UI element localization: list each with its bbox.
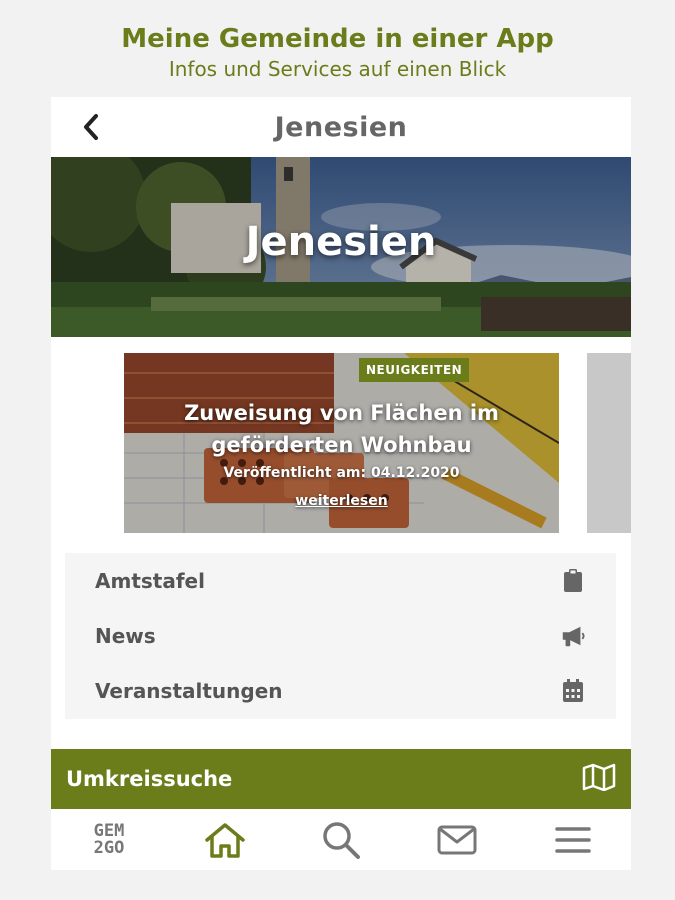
hero-title: Jenesien [245, 219, 437, 265]
nav-search-button[interactable] [311, 815, 371, 865]
page-title: Jenesien [274, 111, 408, 143]
mail-icon [437, 825, 477, 854]
calendar-icon [560, 678, 586, 704]
read-more-link[interactable]: weiterlesen [124, 493, 559, 509]
search-icon [323, 821, 360, 859]
nav-mail-button[interactable] [427, 815, 487, 865]
back-button[interactable] [73, 109, 109, 145]
map-icon [582, 763, 616, 795]
clipboard-icon [560, 568, 586, 594]
news-badge: NEUIGKEITEN [359, 358, 470, 382]
quick-menu: Amtstafel News Veranstaltungen [65, 553, 616, 719]
menu-item-label: News [95, 623, 156, 648]
promo-subtitle: Infos und Services auf einen Blick [168, 57, 507, 81]
nav-menu-button[interactable] [543, 815, 603, 865]
news-card[interactable]: NEUIGKEITEN Zuweisung von Flächen im gef… [124, 353, 559, 533]
radius-search-label: Umkreissuche [66, 767, 233, 791]
news-carousel[interactable]: NEUIGKEITEN Zuweisung von Flächen im gef… [51, 337, 631, 537]
menu-item-label: Veranstaltungen [95, 678, 283, 703]
bottom-navigation: GEM 2GO [51, 809, 631, 870]
menu-icon [555, 826, 591, 853]
radius-search-button[interactable]: Umkreissuche [51, 749, 631, 809]
nav-home-button[interactable] [195, 815, 255, 865]
hero-banner: Jenesien [51, 157, 631, 337]
top-bar: Jenesien [51, 97, 631, 157]
promo-header: Meine Gemeinde in einer App Infos und Se… [0, 22, 675, 82]
menu-item-veranstaltungen[interactable]: Veranstaltungen [65, 663, 616, 718]
logo-line-2: 2GO [93, 837, 125, 858]
news-date: Veröffentlicht am: 04.12.2020 [223, 465, 460, 481]
megaphone-icon [560, 623, 586, 649]
promo-title: Meine Gemeinde in einer App [121, 24, 554, 54]
phone-screen: Jenesien Jenesien NEUIGKEITEN Zuweisung … [51, 97, 631, 870]
menu-item-amtstafel[interactable]: Amtstafel [65, 553, 616, 608]
news-title: Zuweisung von Flächen im geförderten Woh… [184, 401, 499, 457]
chevron-left-icon [84, 114, 98, 140]
next-card-peek[interactable] [587, 353, 631, 533]
gem2go-logo[interactable]: GEM 2GO [79, 815, 139, 865]
menu-item-news[interactable]: News [65, 608, 616, 663]
home-icon [205, 822, 245, 858]
logo-line-1: GEM [93, 820, 125, 841]
menu-item-label: Amtstafel [95, 568, 205, 593]
